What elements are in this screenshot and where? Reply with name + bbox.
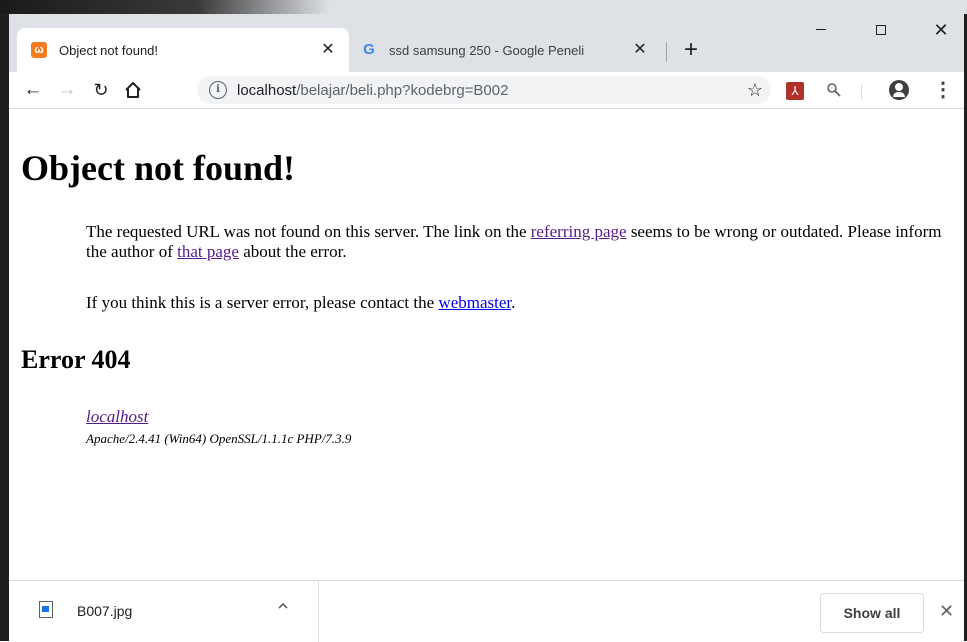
tab-close-icon[interactable]: ✕ <box>319 41 337 59</box>
download-item[interactable]: B007.jpg <box>9 581 319 642</box>
xampp-icon: ω <box>31 42 47 58</box>
contact-text: . <box>511 293 516 312</box>
tab-close-icon[interactable]: ✕ <box>631 41 649 59</box>
error-text: The requested URL was not found on this … <box>86 222 531 241</box>
maximize-icon <box>876 24 886 35</box>
contact-message: If you think this is a server error, ple… <box>86 293 964 313</box>
page-content: Object not found! The requested URL was … <box>9 109 964 580</box>
chevron-up-icon[interactable] <box>277 599 289 615</box>
toolbar-separator <box>861 84 862 100</box>
url-text[interactable]: localhost/belajar/beli.php?kodebrg=B002 <box>237 82 508 99</box>
page-title: Object not found! <box>21 148 296 188</box>
url-path: /belajar/beli.php?kodebrg=B002 <box>296 81 509 99</box>
pdf-extension-icon[interactable]: ⅄ <box>786 82 804 100</box>
tab-title: Object not found! <box>59 42 159 58</box>
info-icon[interactable]: i <box>209 81 227 99</box>
tab-google-search[interactable]: G ssd samsung 250 - Google Peneli ✕ <box>349 28 661 72</box>
desktop-background <box>0 0 330 14</box>
star-icon[interactable]: ☆ <box>747 76 763 104</box>
image-file-icon <box>39 601 53 618</box>
window-close-button[interactable]: ✕ <box>918 14 964 46</box>
minimize-button[interactable] <box>798 14 844 46</box>
maximize-button[interactable] <box>858 14 904 46</box>
desktop-top-strip <box>0 0 967 14</box>
tab-title: ssd samsung 250 - Google Peneli <box>389 42 585 58</box>
error-message: The requested URL was not found on this … <box>86 222 964 262</box>
webmaster-link[interactable]: webmaster <box>438 293 511 312</box>
forward-icon[interactable]: → <box>53 76 81 104</box>
minimize-icon <box>816 29 826 31</box>
google-g-icon: G <box>363 41 375 58</box>
tab-strip: ω Object not found! ✕ G ssd samsung 250 … <box>9 14 964 72</box>
referring-page-link[interactable]: referring page <box>531 222 627 241</box>
error-code-heading: Error 404 <box>21 345 131 374</box>
search-extension-icon[interactable] <box>822 78 846 102</box>
contact-text: If you think this is a server error, ple… <box>86 293 439 312</box>
profile-icon[interactable] <box>889 80 909 100</box>
reload-icon[interactable]: ↻ <box>87 76 115 104</box>
download-shelf: B007.jpg Show all ✕ <box>9 580 964 642</box>
menu-icon[interactable]: ⋮ <box>933 76 953 104</box>
tab-object-not-found[interactable]: ω Object not found! ✕ <box>17 28 349 72</box>
home-icon[interactable] <box>119 76 147 104</box>
that-page-link[interactable]: that page <box>177 242 239 261</box>
back-icon[interactable]: ← <box>19 76 47 104</box>
download-file-name[interactable]: B007.jpg <box>77 603 132 619</box>
download-shelf-close-icon[interactable]: ✕ <box>939 601 954 622</box>
error-text: about the error. <box>238 242 347 261</box>
tab-separator <box>666 42 667 62</box>
url-host: localhost <box>237 81 297 99</box>
server-signature: Apache/2.4.41 (Win64) OpenSSL/1.1.1c PHP… <box>86 431 352 446</box>
show-all-button[interactable]: Show all <box>820 593 924 633</box>
window-border-left <box>0 14 9 641</box>
server-address-link[interactable]: localhost <box>86 407 148 427</box>
browser-toolbar: ← → ↻ i localhost/belajar/beli.php?kodeb… <box>9 72 964 109</box>
new-tab-button[interactable]: + <box>677 36 705 64</box>
address-bar[interactable]: i localhost/belajar/beli.php?kodebrg=B00… <box>197 76 771 104</box>
browser-window: ω Object not found! ✕ G ssd samsung 250 … <box>9 14 964 642</box>
